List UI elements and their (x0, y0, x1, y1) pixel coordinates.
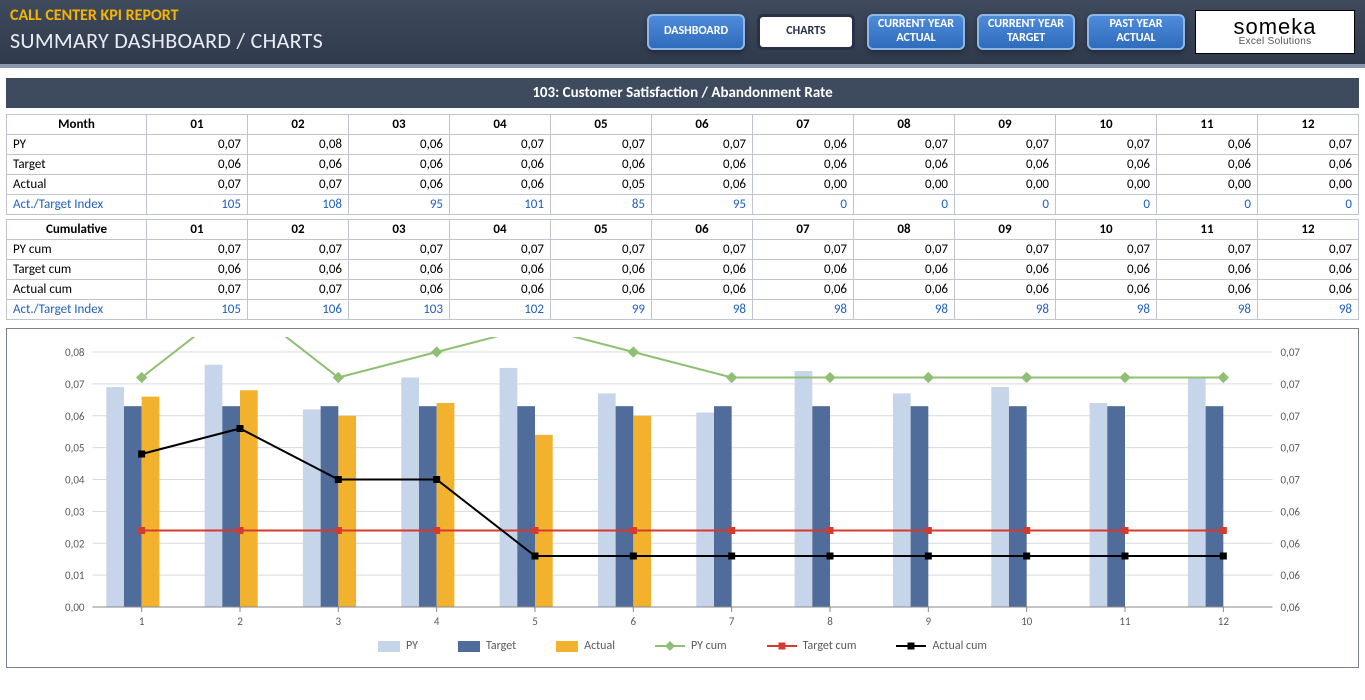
svg-text:5: 5 (532, 615, 538, 628)
dashboard-button[interactable]: DASHBOARD (647, 14, 745, 50)
mh7: 07 (753, 115, 854, 135)
mh1: 01 (147, 115, 248, 135)
monthly-header-row: Month 01 02 03 04 05 06 07 08 09 10 11 1… (7, 115, 1359, 135)
someka-logo: someka Excel Solutions (1195, 10, 1355, 54)
svg-text:8: 8 (827, 615, 833, 628)
legend-targetcum: Target cum (767, 639, 857, 653)
svg-text:12: 12 (1218, 615, 1230, 628)
svg-text:11: 11 (1119, 615, 1131, 628)
svg-text:0,06: 0,06 (1281, 569, 1301, 582)
svg-text:0,06: 0,06 (65, 410, 85, 423)
current-year-actual-button[interactable]: CURRENT YEAR ACTUAL (867, 14, 965, 50)
cumulative-table-wrap: Cumulative 01 02 03 04 05 06 07 08 09 10… (6, 219, 1359, 320)
mh9: 09 (955, 115, 1056, 135)
logo-brand: someka (1233, 17, 1316, 37)
legend-py: PY (378, 639, 418, 653)
svg-text:0,05: 0,05 (65, 442, 84, 455)
py-label: PY (7, 135, 147, 155)
legend-actual: Actual (556, 639, 615, 653)
mh5: 05 (551, 115, 652, 135)
svg-text:0,01: 0,01 (65, 569, 85, 582)
current-year-target-button[interactable]: CURRENT YEAR TARGET (977, 14, 1075, 50)
svg-text:3: 3 (336, 615, 342, 628)
index-label: Act./Target Index (7, 195, 147, 215)
svg-text:0,07: 0,07 (1281, 410, 1301, 423)
svg-text:0,06: 0,06 (1281, 505, 1301, 518)
monthly-py-row: PY 0,07 0,08 0,06 0,07 0,07 0,07 0,06 0,… (7, 135, 1359, 155)
chart-svg: 0,00 0,01 0,02 0,03 0,04 0,05 0,06 0,07 0,08 0,06… (23, 337, 1342, 637)
mh6: 06 (652, 115, 753, 135)
svg-text:0,07: 0,07 (1281, 346, 1301, 359)
mh10: 10 (1056, 115, 1157, 135)
svg-text:0,08: 0,08 (65, 346, 85, 359)
svg-text:0,06: 0,06 (1281, 601, 1301, 614)
nav-buttons: DASHBOARD CHARTS CURRENT YEAR ACTUAL CUR… (647, 14, 1185, 50)
svg-text:0,07: 0,07 (1281, 474, 1301, 487)
charts-button[interactable]: CHARTS (757, 14, 855, 50)
svg-text:2: 2 (237, 615, 243, 628)
svg-text:0,07: 0,07 (65, 378, 85, 391)
header-bar: CALL CENTER KPI REPORT SUMMARY DASHBOARD… (0, 0, 1365, 68)
svg-text:0,07: 0,07 (1281, 442, 1301, 455)
mh2: 02 (248, 115, 349, 135)
legend-pycum: PY cum (655, 639, 727, 653)
svg-text:0,03: 0,03 (65, 505, 85, 518)
mh8: 08 (854, 115, 955, 135)
cumulative-head: Cumulative (7, 220, 147, 240)
mh4: 04 (450, 115, 551, 135)
monthly-table: Month 01 02 03 04 05 06 07 08 09 10 11 1… (6, 114, 1359, 215)
legend-target: Target (458, 639, 516, 653)
svg-text:10: 10 (1021, 615, 1033, 628)
combo-chart: 0,00 0,01 0,02 0,03 0,04 0,05 0,06 0,07 0,08 0,06… (6, 328, 1359, 668)
svg-text:4: 4 (434, 615, 440, 628)
kpi-title-bar: 103: Customer Satisfaction / Abandonment… (6, 78, 1359, 108)
monthly-actual-row: Actual 0,07 0,07 0,06 0,06 0,05 0,06 0,0… (7, 175, 1359, 195)
legend-actualcum: Actual cum (896, 639, 987, 653)
mh12: 12 (1258, 115, 1359, 135)
svg-text:0,07: 0,07 (1281, 378, 1301, 391)
mh3: 03 (349, 115, 450, 135)
cumulative-index-row: Act./Target Index 105 106 103 102 99 98 … (7, 300, 1359, 320)
svg-text:1: 1 (139, 615, 145, 628)
monthly-index-row: Act./Target Index 105 108 95 101 85 95 0… (7, 195, 1359, 215)
target-label: Target (7, 155, 147, 175)
logo-tag: Excel Solutions (1239, 36, 1312, 47)
past-year-actual-button[interactable]: PAST YEAR ACTUAL (1087, 14, 1185, 50)
monthly-table-wrap: Month 01 02 03 04 05 06 07 08 09 10 11 1… (6, 114, 1359, 215)
cumulative-py-row: PY cum 0,07 0,07 0,07 0,07 0,07 0,07 0,0… (7, 240, 1359, 260)
svg-text:9: 9 (926, 615, 932, 628)
svg-text:0,00: 0,00 (65, 601, 85, 614)
cumulative-actual-row: Actual cum 0,07 0,07 0,06 0,06 0,06 0,06… (7, 280, 1359, 300)
month-head: Month (7, 115, 147, 135)
mh11: 11 (1157, 115, 1258, 135)
svg-text:0,02: 0,02 (65, 537, 85, 550)
svg-text:6: 6 (631, 615, 637, 628)
cumulative-table: Cumulative 01 02 03 04 05 06 07 08 09 10… (6, 219, 1359, 320)
svg-text:0,04: 0,04 (65, 474, 85, 487)
cumulative-target-row: Target cum 0,06 0,06 0,06 0,06 0,06 0,06… (7, 260, 1359, 280)
monthly-target-row: Target 0,06 0,06 0,06 0,06 0,06 0,06 0,0… (7, 155, 1359, 175)
chart-legend: PY Target Actual PY cum Target cum Actua… (23, 639, 1342, 653)
cumulative-header-row: Cumulative 01 02 03 04 05 06 07 08 09 10… (7, 220, 1359, 240)
svg-text:0,06: 0,06 (1281, 537, 1301, 550)
svg-text:7: 7 (729, 615, 735, 628)
actual-label: Actual (7, 175, 147, 195)
